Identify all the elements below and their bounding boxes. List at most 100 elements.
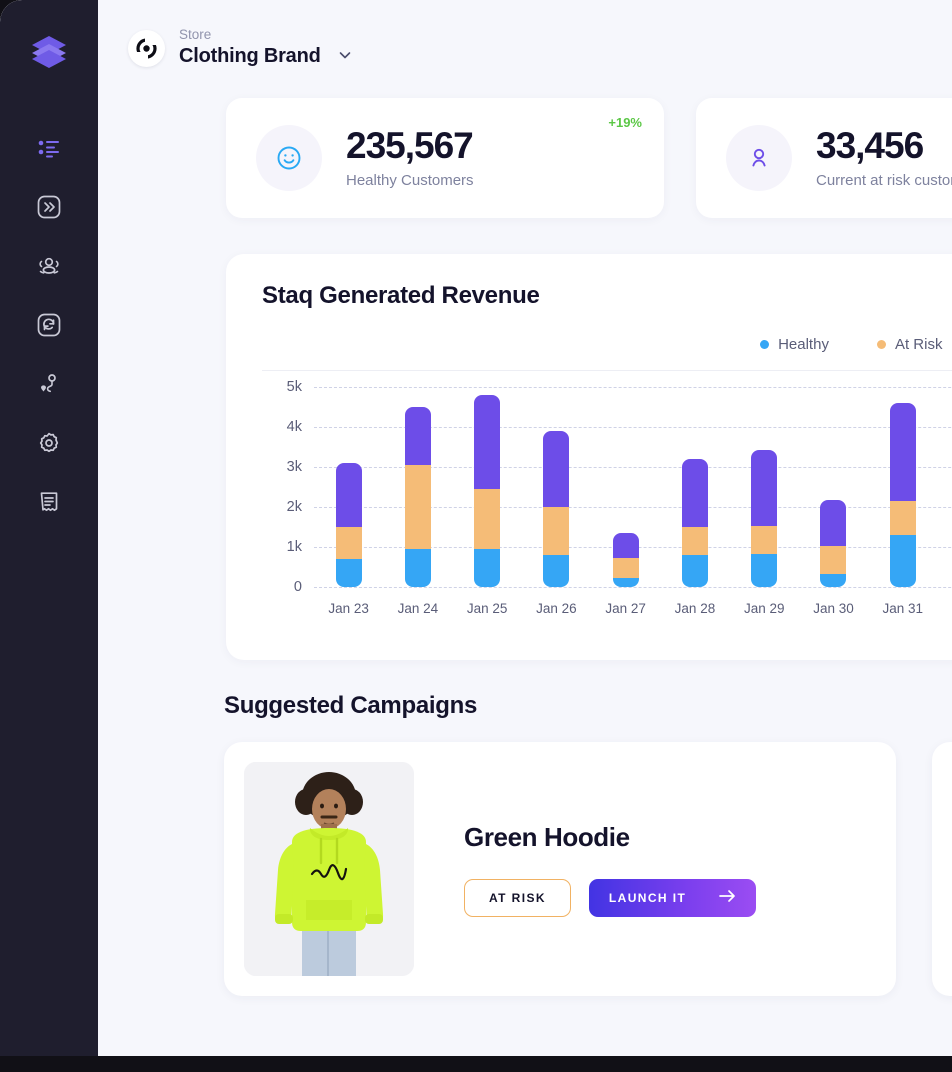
stats-row: 235,567 Healthy Customers +19% 33,456 Cu… (98, 98, 952, 218)
status-badge-at-risk[interactable]: AT RISK (464, 879, 571, 917)
stat-value: 235,567 (346, 127, 474, 166)
bar-segment (613, 558, 639, 578)
bar-segment (890, 535, 916, 587)
smiley-face-icon (256, 125, 322, 191)
x-axis-tick-label: Jan 29 (734, 601, 794, 616)
bar-segment (682, 555, 708, 587)
bar-column[interactable] (319, 463, 379, 587)
sidebar-item-settings[interactable] (23, 417, 75, 469)
campaign-card-green-hoodie[interactable]: Green Hoodie AT RISK LAUNCH IT (224, 742, 896, 996)
gridline (314, 587, 952, 588)
stacked-bar[interactable] (751, 450, 777, 587)
bar-column[interactable] (596, 533, 656, 587)
stat-texts: 33,456 Current at risk customers (816, 127, 952, 189)
campaign-row: Green Hoodie AT RISK LAUNCH IT (98, 742, 952, 996)
bar-column[interactable] (734, 450, 794, 587)
campaign-body: Green Hoodie AT RISK LAUNCH IT (464, 822, 756, 917)
bar-segment (336, 559, 362, 587)
sidebar-item-customers[interactable] (23, 240, 75, 292)
store-mark-icon[interactable] (128, 30, 165, 67)
store-switcher[interactable]: Store Clothing Brand (179, 27, 321, 69)
refresh-box-icon (36, 312, 62, 338)
bar-column[interactable] (388, 407, 448, 587)
stacked-bar[interactable] (682, 459, 708, 587)
store-name: Clothing Brand (179, 44, 321, 69)
bar-column[interactable] (457, 395, 517, 587)
bar-segment (613, 578, 639, 587)
y-axis-tick-label: 4k (262, 419, 302, 435)
bar-segment (751, 450, 777, 526)
stacked-bar[interactable] (336, 463, 362, 587)
store-label: Store (179, 27, 321, 44)
stacked-bar[interactable] (613, 533, 639, 587)
legend-label: Healthy (778, 336, 829, 353)
stat-value: 33,456 (816, 127, 952, 166)
stacked-bar[interactable] (820, 500, 846, 587)
bar-column[interactable] (873, 403, 933, 587)
app-window: Store Clothing Brand (0, 0, 952, 1056)
bar-segment (890, 403, 916, 501)
bar-segment (543, 555, 569, 587)
chart-plot-area: 01k2k3k4k5k Jan 23Jan 24Jan 25Jan 26Jan … (262, 387, 952, 637)
chart-title: Staq Generated Revenue (262, 282, 952, 310)
layers-logo-icon[interactable] (26, 28, 72, 74)
topbar: Store Clothing Brand (98, 0, 952, 96)
arrow-right-icon (719, 889, 736, 906)
route-pin-icon (36, 371, 62, 397)
bar-column[interactable] (803, 500, 863, 587)
x-axis-tick-label: Jan 30 (803, 601, 863, 616)
campaign-card-mint-hoodie[interactable] (932, 742, 952, 996)
receipt-icon (36, 489, 62, 515)
bar-segment (751, 526, 777, 554)
bar-segment (405, 407, 431, 465)
legend-item[interactable]: Healthy (760, 336, 829, 353)
chart-legend: HealthyAt RiskChurned (262, 336, 952, 353)
bar-segment (474, 489, 500, 549)
campaign-title: Green Hoodie (464, 822, 756, 853)
sidebar-nav (0, 122, 98, 535)
sidebar-item-flows[interactable] (23, 181, 75, 233)
bar-segment (820, 500, 846, 546)
sidebar-item-journeys[interactable] (23, 358, 75, 410)
campaign-actions: AT RISK LAUNCH IT (464, 879, 756, 917)
sidebar-item-reports[interactable] (23, 476, 75, 528)
launch-it-label: LAUNCH IT (609, 891, 686, 905)
y-axis-tick-label: 0 (262, 579, 302, 595)
main-content: Store Clothing Brand (98, 0, 952, 1056)
chevron-down-icon[interactable] (337, 33, 353, 63)
sidebar-item-sync[interactable] (23, 299, 75, 351)
legend-item[interactable]: At Risk (877, 336, 943, 353)
y-axis-tick-label: 1k (262, 539, 302, 555)
y-axis: 01k2k3k4k5k (262, 387, 302, 587)
bar-segment (474, 395, 500, 489)
sidebar-item-overview[interactable] (23, 122, 75, 174)
stat-texts: 235,567 Healthy Customers (346, 127, 474, 189)
bar-segment (682, 527, 708, 555)
stat-card-at-risk-customers[interactable]: 33,456 Current at risk customers (696, 98, 952, 218)
y-axis-tick-label: 5k (262, 379, 302, 395)
bar-segment (820, 574, 846, 587)
x-axis-tick-label: Jan 23 (319, 601, 379, 616)
bar-segment (336, 463, 362, 527)
stacked-bar[interactable] (890, 403, 916, 587)
x-axis-tick-label: Jan 27 (596, 601, 656, 616)
x-axis: Jan 23Jan 24Jan 25Jan 26Jan 27Jan 28Jan … (314, 601, 952, 616)
launch-it-button[interactable]: LAUNCH IT (589, 879, 756, 917)
bar-segment (336, 527, 362, 559)
list-bullets-icon (36, 135, 62, 161)
bar-column[interactable] (942, 533, 952, 587)
product-photo-green-hoodie (244, 762, 414, 976)
x-axis-tick-label: Jan 28 (665, 601, 725, 616)
gear-icon (36, 430, 62, 456)
bar-column[interactable] (665, 459, 725, 587)
stat-card-healthy-customers[interactable]: 235,567 Healthy Customers +19% (226, 98, 664, 218)
bar-segment (890, 501, 916, 535)
legend-dot-icon (760, 340, 769, 349)
stacked-bar[interactable] (543, 431, 569, 587)
bar-column[interactable] (526, 431, 586, 587)
stacked-bar[interactable] (474, 395, 500, 587)
x-axis-tick-label: Jan 24 (388, 601, 448, 616)
stacked-bar[interactable] (405, 407, 431, 587)
y-axis-tick-label: 3k (262, 459, 302, 475)
legend-label: At Risk (895, 336, 943, 353)
